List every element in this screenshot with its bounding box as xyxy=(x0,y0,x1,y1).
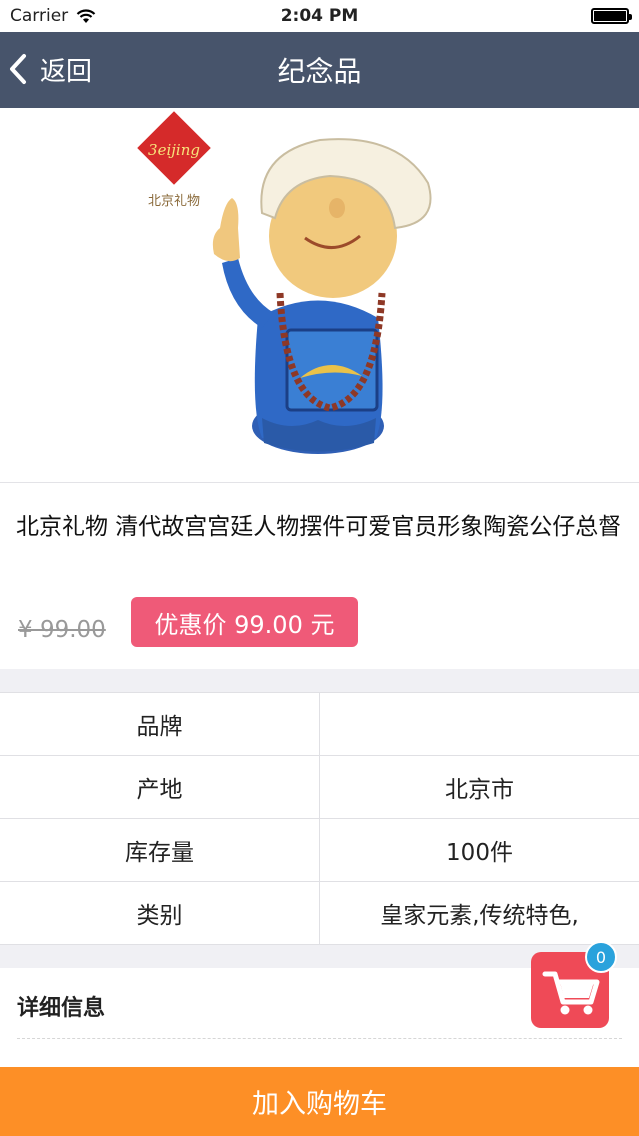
nav-bar: 返回 纪念品 xyxy=(0,32,639,108)
product-image: 3eijing 北京礼物 xyxy=(0,108,639,483)
status-bar: Carrier 2:04 PM xyxy=(0,0,639,32)
table-row: 库存量 100件 xyxy=(0,819,639,882)
battery-icon xyxy=(591,8,632,24)
spec-value: 北京市 xyxy=(445,777,514,803)
sale-price-badge: 优惠价 99.00 元 xyxy=(131,597,358,647)
table-row: 品牌 xyxy=(0,693,639,756)
spec-key: 产地 xyxy=(0,756,320,818)
spec-key: 品牌 xyxy=(0,693,320,755)
figurine-illustration: 3eijing 北京礼物 xyxy=(137,111,432,454)
spec-value: 100件 xyxy=(446,840,513,866)
divider xyxy=(17,1038,622,1039)
add-to-cart-button[interactable]: 加入购物车 xyxy=(0,1067,639,1136)
original-price: ¥ 99.00 xyxy=(18,617,106,643)
logo-caption: 北京礼物 xyxy=(148,193,200,209)
product-title: 北京礼物 清代故宫宫廷人物摆件可爱官员形象陶瓷公仔总督 xyxy=(16,514,622,540)
table-row: 产地 北京市 xyxy=(0,756,639,819)
svg-text:3eijing: 3eijing xyxy=(148,141,200,159)
spec-value: 皇家元素,传统特色, xyxy=(380,903,579,929)
spec-key: 类别 xyxy=(0,882,320,944)
spec-value xyxy=(320,693,639,755)
beijing-logo: 3eijing 北京礼物 xyxy=(137,111,211,209)
status-time: 2:04 PM xyxy=(280,6,359,26)
spec-table: 品牌 产地 北京市 库存量 100件 类别 皇家元素,传统特色, xyxy=(0,692,639,945)
cart-count-badge: 0 xyxy=(585,941,617,973)
page-title: 纪念品 xyxy=(277,55,362,88)
detail-title: 详细信息 xyxy=(17,996,106,1021)
table-row: 类别 皇家元素,传统特色, xyxy=(0,882,639,945)
spec-key: 库存量 xyxy=(0,819,320,881)
